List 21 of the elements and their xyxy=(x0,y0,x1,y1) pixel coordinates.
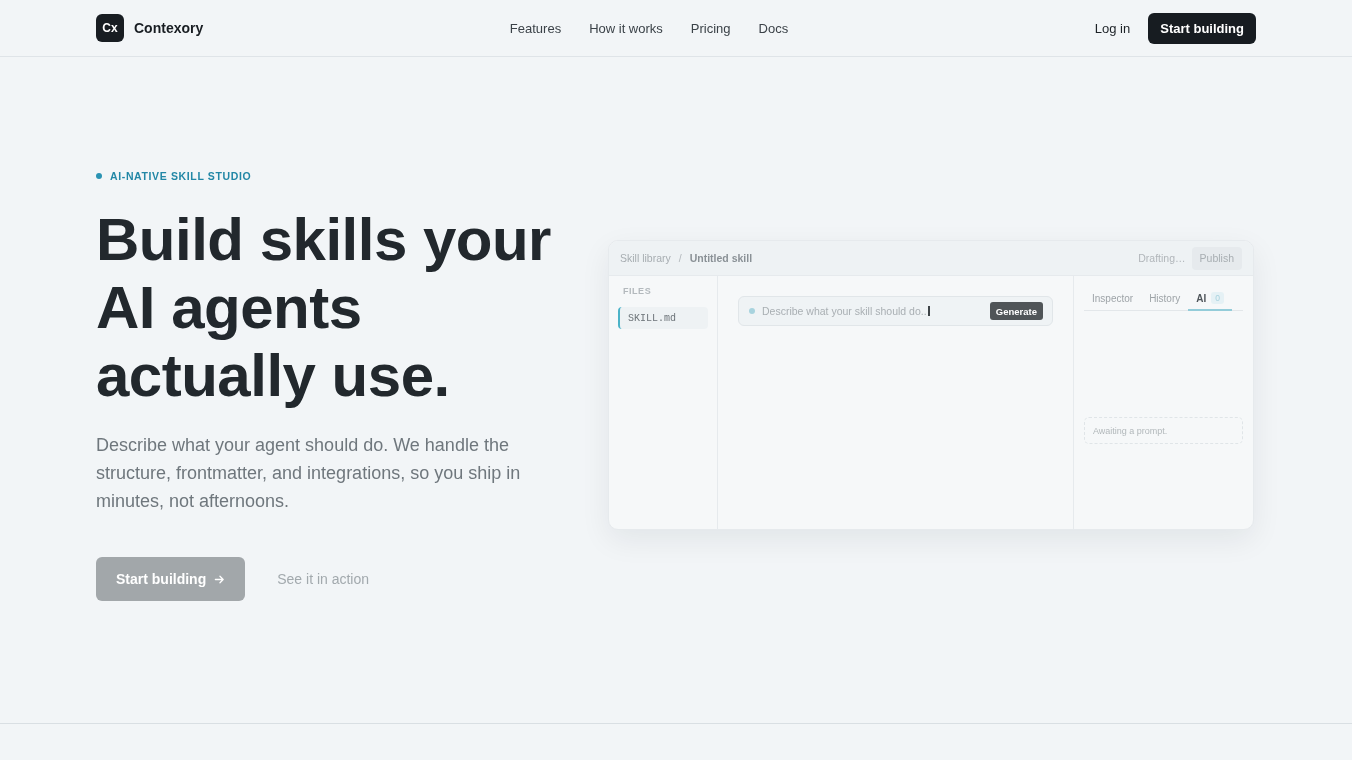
prompt-field[interactable]: Describe what your skill should do.. Generate xyxy=(738,296,1053,326)
logo-mark[interactable]: Cx xyxy=(96,14,124,42)
generate-button[interactable]: Generate xyxy=(989,302,1043,320)
hero-headline: Build skills your AI agents actually use. xyxy=(96,206,552,410)
status-dot-icon xyxy=(749,308,755,314)
brand-name[interactable]: Contexory xyxy=(134,20,204,36)
files-heading: FILES xyxy=(622,286,653,297)
hero-description: Describe what your agent should do. We handle the structure, frontmatter, and integrations, so you ship in minutes, not afternoons. xyxy=(96,434,522,513)
bullet-dot-icon xyxy=(96,173,102,179)
text-cursor-icon xyxy=(927,306,930,316)
draft-status: Drafting… xyxy=(1138,252,1186,264)
breadcrumb-separator: / xyxy=(678,252,682,264)
login-link[interactable]: Log in xyxy=(1094,20,1131,36)
file-item[interactable]: SKILL.md xyxy=(618,307,708,329)
arrow-right-icon xyxy=(214,573,226,585)
nav-link[interactable]: Pricing xyxy=(690,20,731,36)
start-building-button[interactable]: Start building xyxy=(1148,12,1256,44)
eyebrow-label: AI-NATIVE SKILL STUDIO xyxy=(110,170,252,182)
nav-link[interactable]: How it works xyxy=(589,20,663,36)
nav-link[interactable]: Features xyxy=(509,20,562,36)
nav-link[interactable]: Docs xyxy=(758,20,789,36)
